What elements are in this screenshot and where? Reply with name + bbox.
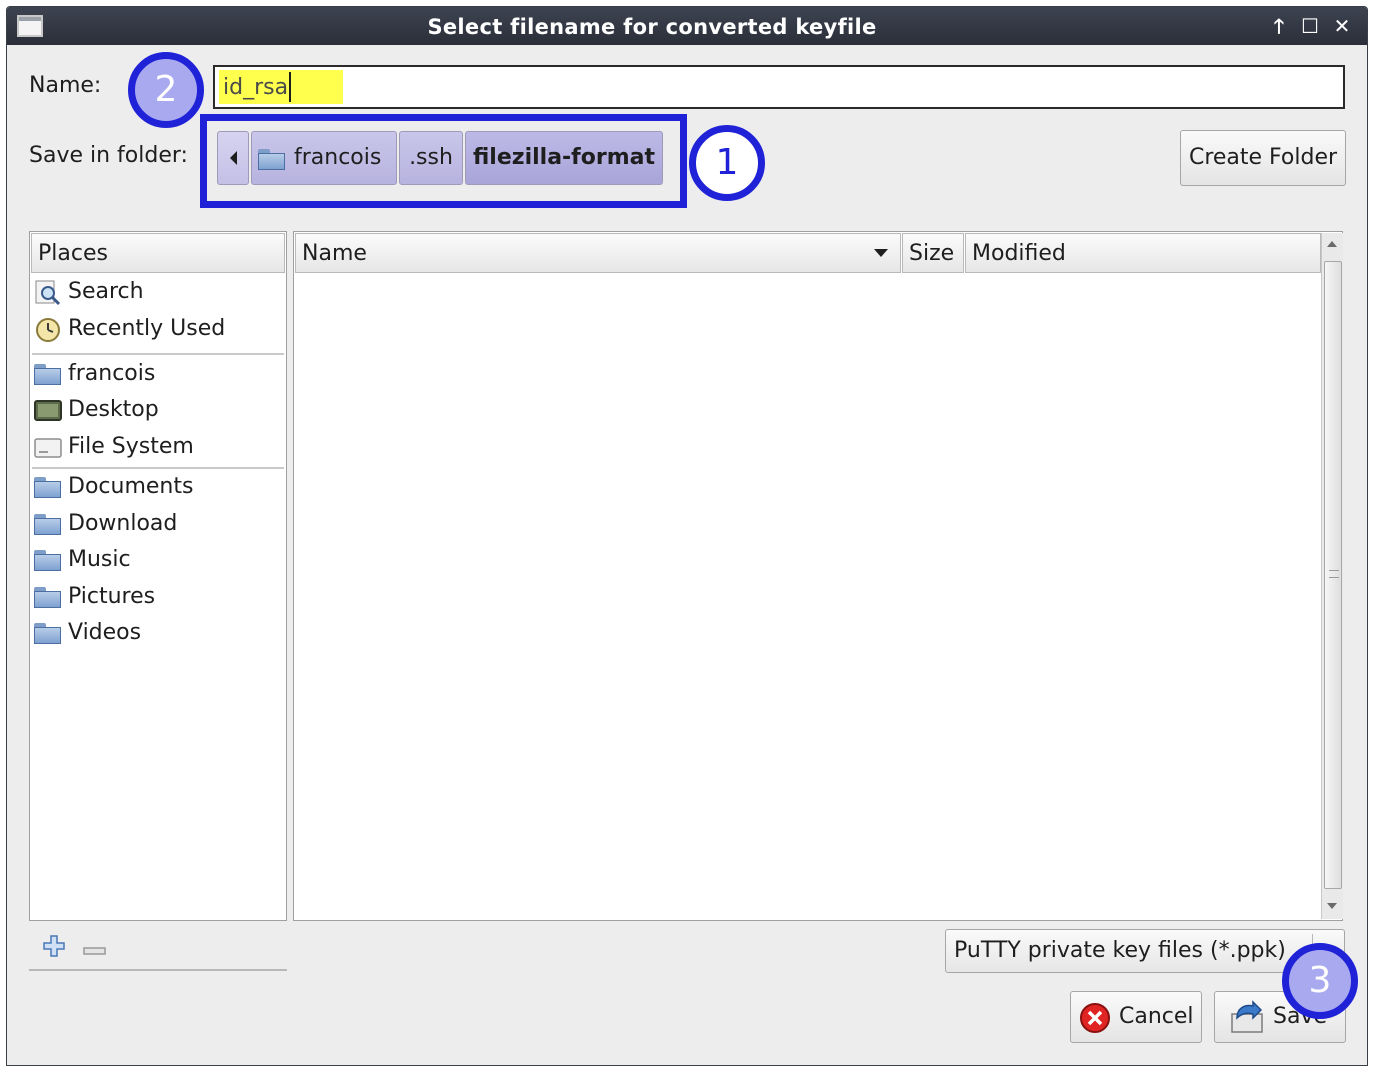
folder-icon [34, 587, 62, 608]
places-item-recently-used[interactable]: Recently Used [32, 311, 284, 347]
places-item-label: Search [68, 279, 144, 304]
column-header-modified[interactable]: Modified [965, 233, 1321, 273]
cancel-label: Cancel [1119, 1004, 1194, 1029]
places-item-label: Download [68, 511, 178, 536]
places-item-label: Documents [68, 474, 194, 499]
folder-icon [34, 623, 62, 644]
maximize-icon[interactable]: ☐ [1297, 13, 1323, 39]
text-cursor [289, 72, 291, 102]
annotation-step-1: 1 [689, 125, 765, 201]
places-item-label: Videos [68, 620, 142, 645]
cancel-button[interactable]: Cancel [1070, 991, 1202, 1043]
places-item-documents[interactable]: Documents [32, 469, 284, 505]
file-list[interactable]: Name Size Modified [293, 231, 1343, 921]
name-field[interactable]: id_rsa [213, 65, 1345, 109]
panel-divider [29, 969, 287, 971]
column-header-name[interactable]: Name [295, 233, 901, 273]
annotation-step-2: 2 [128, 52, 204, 128]
filter-selected-value: PuTTY private key files (*.ppk) [954, 938, 1286, 963]
places-item-francois[interactable]: francois [32, 356, 284, 392]
up-arrow-icon[interactable]: 🡑 [1266, 13, 1292, 39]
name-value: id_rsa [223, 75, 289, 100]
title-bar[interactable]: Select filename for converted keyfile 🡑 … [7, 7, 1367, 45]
places-item-desktop[interactable]: Desktop [32, 392, 284, 428]
scroll-up-icon[interactable] [1327, 241, 1337, 247]
add-bookmark-icon[interactable] [41, 933, 67, 959]
places-item-label: francois [68, 361, 156, 386]
places-item-label: File System [68, 434, 194, 459]
grip-icon [1329, 570, 1339, 578]
places-item-label: Music [68, 547, 131, 572]
close-icon[interactable]: ✕ [1329, 13, 1355, 39]
places-item-download[interactable]: Download [32, 506, 284, 542]
search-icon [34, 280, 62, 306]
sort-down-icon [874, 249, 888, 257]
places-panel: Places Search Recently Used francois Des… [29, 231, 287, 921]
scroll-down-icon[interactable] [1327, 903, 1337, 909]
scrollbar-thumb[interactable] [1324, 261, 1342, 889]
remove-bookmark-icon[interactable] [83, 941, 107, 955]
places-item-file-system[interactable]: File System [32, 429, 284, 465]
save-icon [1229, 1000, 1265, 1036]
path-bar-highlight-box [200, 114, 687, 208]
folder-icon [34, 550, 62, 571]
name-label: Name: [29, 73, 102, 98]
save-in-folder-label: Save in folder: [29, 143, 188, 168]
places-item-music[interactable]: Music [32, 542, 284, 578]
column-label: Name [302, 241, 367, 266]
desktop-icon [34, 398, 62, 422]
places-item-label: Desktop [68, 397, 159, 422]
places-item-label: Recently Used [68, 316, 226, 341]
window-title: Select filename for converted keyfile [427, 15, 877, 39]
clock-icon [34, 317, 62, 342]
column-header-size[interactable]: Size [902, 233, 964, 273]
places-item-search[interactable]: Search [32, 274, 284, 310]
places-header[interactable]: Places [31, 233, 285, 273]
places-item-label: Pictures [68, 584, 156, 609]
create-folder-button[interactable]: Create Folder [1180, 130, 1346, 186]
file-chooser-window: Select filename for converted keyfile 🡑 … [6, 6, 1368, 1066]
vertical-scrollbar[interactable] [1321, 233, 1343, 919]
folder-icon [34, 477, 62, 498]
places-item-videos[interactable]: Videos [32, 615, 284, 651]
home-folder-icon [34, 364, 62, 385]
cancel-icon [1079, 1002, 1111, 1034]
drive-icon [34, 435, 62, 459]
folder-icon [34, 514, 62, 535]
places-item-pictures[interactable]: Pictures [32, 579, 284, 615]
annotation-step-3: 3 [1282, 943, 1358, 1019]
places-separator [32, 353, 284, 355]
